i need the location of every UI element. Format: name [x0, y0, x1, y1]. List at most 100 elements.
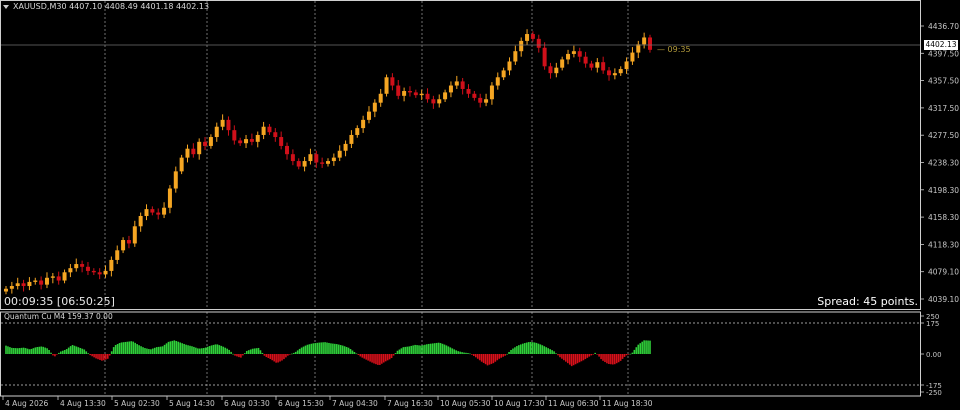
time-tick-label: 6 Aug 15:30 [278, 399, 324, 408]
time-tick-label: 11 Aug 18:30 [602, 399, 653, 408]
candle-body [97, 272, 102, 275]
time-tick-label: 4 Aug 2026 [5, 399, 48, 408]
histogram-bar [635, 347, 638, 354]
histogram-bar [604, 354, 606, 363]
candle-body [144, 209, 149, 216]
histogram-bar [326, 342, 328, 354]
histogram-bar [253, 348, 256, 354]
histogram-bar [369, 354, 371, 362]
histogram-bar [144, 348, 146, 354]
histogram-bar [510, 349, 512, 354]
histogram-bar [365, 354, 367, 360]
histogram-bar [612, 354, 614, 365]
histogram-bar [488, 354, 491, 365]
histogram-bar [449, 347, 452, 354]
histogram-bar [518, 345, 520, 354]
histogram-bar [445, 345, 448, 354]
candle-body [484, 99, 489, 103]
histogram-bar [294, 351, 297, 354]
histogram-bar [555, 353, 557, 354]
candle-body [308, 154, 313, 162]
histogram-bar [312, 343, 315, 354]
histogram-bar [298, 348, 301, 354]
histogram-bar [285, 354, 287, 358]
histogram-bar [613, 354, 616, 365]
histogram-bar [363, 354, 366, 359]
histogram-bar [61, 350, 64, 354]
candle-body [255, 134, 260, 142]
histogram-bar [34, 347, 37, 354]
histogram-bar [339, 345, 342, 354]
histogram-bar [316, 342, 319, 354]
chart-canvas[interactable]: 4436.70 4397.50 4357.50 4317.50 4277.50 4238.… [0, 0, 960, 410]
histogram-bar [451, 348, 454, 354]
indicator-tick-label: -250 [926, 389, 942, 397]
histogram-bar [218, 345, 221, 354]
histogram-bar [476, 354, 479, 359]
histogram-bar [97, 354, 99, 360]
histogram-bar [649, 340, 651, 354]
candle-body [396, 85, 401, 96]
candle-body [290, 154, 295, 162]
bid-price-label: 4402.13 [924, 40, 958, 50]
candle-body [279, 137, 284, 146]
histogram-bar [230, 351, 232, 354]
histogram-bar [236, 354, 238, 357]
histogram-bar [386, 354, 389, 361]
histogram-bar [279, 354, 281, 362]
candle-body [495, 77, 500, 86]
histogram-bar [357, 354, 360, 355]
histogram-bar [46, 348, 48, 354]
histogram-bar [541, 345, 544, 354]
candle-body [519, 40, 524, 52]
histogram-bar [482, 354, 485, 363]
indicator-tick-label: 175 [926, 320, 939, 328]
histogram-bar [353, 351, 356, 354]
candle-body [208, 137, 213, 146]
chart-menu-triangle-icon[interactable] [3, 5, 9, 9]
histogram-bar [408, 346, 411, 354]
histogram-bar [275, 354, 277, 363]
histogram-bar [18, 348, 21, 354]
histogram-bar [553, 351, 555, 354]
candle-body [156, 212, 161, 215]
histogram-bar [128, 341, 131, 354]
candle-body [15, 283, 20, 287]
histogram-bar [336, 344, 338, 354]
histogram-bar [281, 354, 283, 361]
candle-body [589, 63, 594, 68]
histogram-bar [244, 353, 246, 354]
histogram-bar [167, 341, 170, 354]
candle-body [337, 150, 342, 158]
histogram-bar [602, 354, 604, 361]
histogram-bar [163, 344, 166, 354]
histogram-bar [414, 344, 416, 354]
price-tick-label: 4317.50 [928, 104, 959, 113]
histogram-bar [416, 345, 418, 354]
candle-body [44, 277, 49, 285]
histogram-bar [523, 343, 526, 354]
histogram-bar [226, 348, 228, 354]
candle-body [103, 270, 108, 275]
candle-body [343, 143, 348, 151]
histogram-bar [197, 348, 199, 354]
histogram-bar [44, 347, 46, 354]
histogram-bar [639, 343, 642, 354]
histogram-bar [422, 345, 424, 354]
histogram-bar [457, 351, 459, 354]
candle-body [285, 145, 290, 155]
histogram-bar [404, 346, 407, 354]
histogram-bar [249, 349, 252, 354]
histogram-bar [473, 354, 475, 357]
histogram-bar [267, 354, 270, 359]
histogram-bar [24, 348, 27, 354]
candle-body [624, 61, 629, 70]
candle-body [542, 47, 547, 67]
histogram-bar [79, 347, 82, 354]
price-tick-label: 4397.50 [928, 49, 959, 58]
histogram-bar [263, 354, 266, 356]
histogram-bar [641, 341, 643, 354]
spread-label: Spread: 45 points. [817, 295, 918, 308]
histogram-bar [54, 354, 56, 357]
candle-body [56, 276, 61, 281]
